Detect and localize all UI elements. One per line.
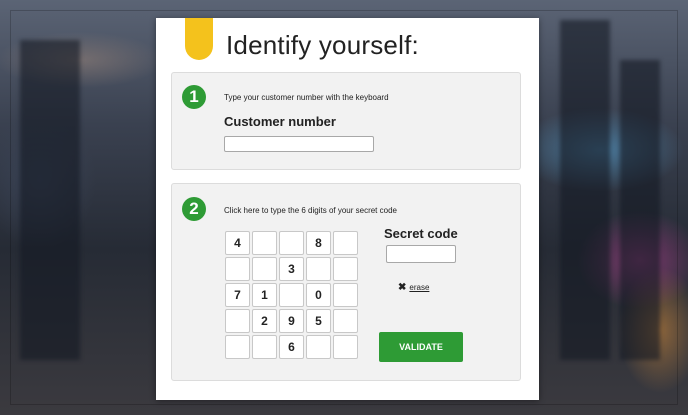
keypad-key[interactable]: 6 <box>279 335 304 359</box>
keypad-key[interactable]: 0 <box>306 283 331 307</box>
keypad-key[interactable] <box>225 257 250 281</box>
keypad-key[interactable] <box>333 257 358 281</box>
keypad-key[interactable] <box>279 283 304 307</box>
keypad-key[interactable] <box>333 335 358 359</box>
keypad-key[interactable] <box>279 231 304 255</box>
step2-panel: 2 Click here to type the 6 digits of you… <box>171 183 521 381</box>
step1-panel: 1 Type your customer number with the key… <box>171 72 521 170</box>
step2-badge: 2 <box>182 197 206 221</box>
step1-hint: Type your customer number with the keybo… <box>224 93 389 102</box>
keypad-key[interactable]: 2 <box>252 309 277 333</box>
validate-button[interactable]: VALIDATE <box>379 332 463 362</box>
keypad-key[interactable] <box>252 335 277 359</box>
secret-code-label: Secret code <box>384 226 458 241</box>
keypad-key[interactable]: 9 <box>279 309 304 333</box>
keypad-key[interactable] <box>225 335 250 359</box>
keypad-key[interactable]: 5 <box>306 309 331 333</box>
step2-hint[interactable]: Click here to type the 6 digits of your … <box>224 206 397 215</box>
page-title: Identify yourself: <box>226 30 419 60</box>
keypad-key[interactable]: 8 <box>306 231 331 255</box>
secret-code-keypad: 4 8 3 7 1 0 2 9 5 6 <box>225 231 358 359</box>
keypad-key[interactable]: 3 <box>279 257 304 281</box>
customer-number-label: Customer number <box>224 114 336 129</box>
keypad-key[interactable] <box>225 309 250 333</box>
yellow-tab-decoration <box>185 18 213 60</box>
keypad-key[interactable] <box>306 257 331 281</box>
keypad-key[interactable] <box>306 335 331 359</box>
keypad-key[interactable]: 4 <box>225 231 250 255</box>
erase-link[interactable]: ✖ erase <box>398 282 429 293</box>
close-icon: ✖ <box>398 282 407 293</box>
keypad-key[interactable] <box>333 283 358 307</box>
secret-code-input[interactable] <box>386 245 456 263</box>
keypad-key[interactable] <box>252 257 277 281</box>
step1-badge: 1 <box>182 85 206 109</box>
keypad-key[interactable] <box>333 231 358 255</box>
keypad-key[interactable] <box>252 231 277 255</box>
keypad-key[interactable]: 7 <box>225 283 250 307</box>
customer-number-input[interactable] <box>224 136 374 152</box>
keypad-key[interactable]: 1 <box>252 283 277 307</box>
keypad-key[interactable] <box>333 309 358 333</box>
erase-label: erase <box>409 283 430 292</box>
identify-dialog: Identify yourself: 1 Type your customer … <box>156 18 539 400</box>
